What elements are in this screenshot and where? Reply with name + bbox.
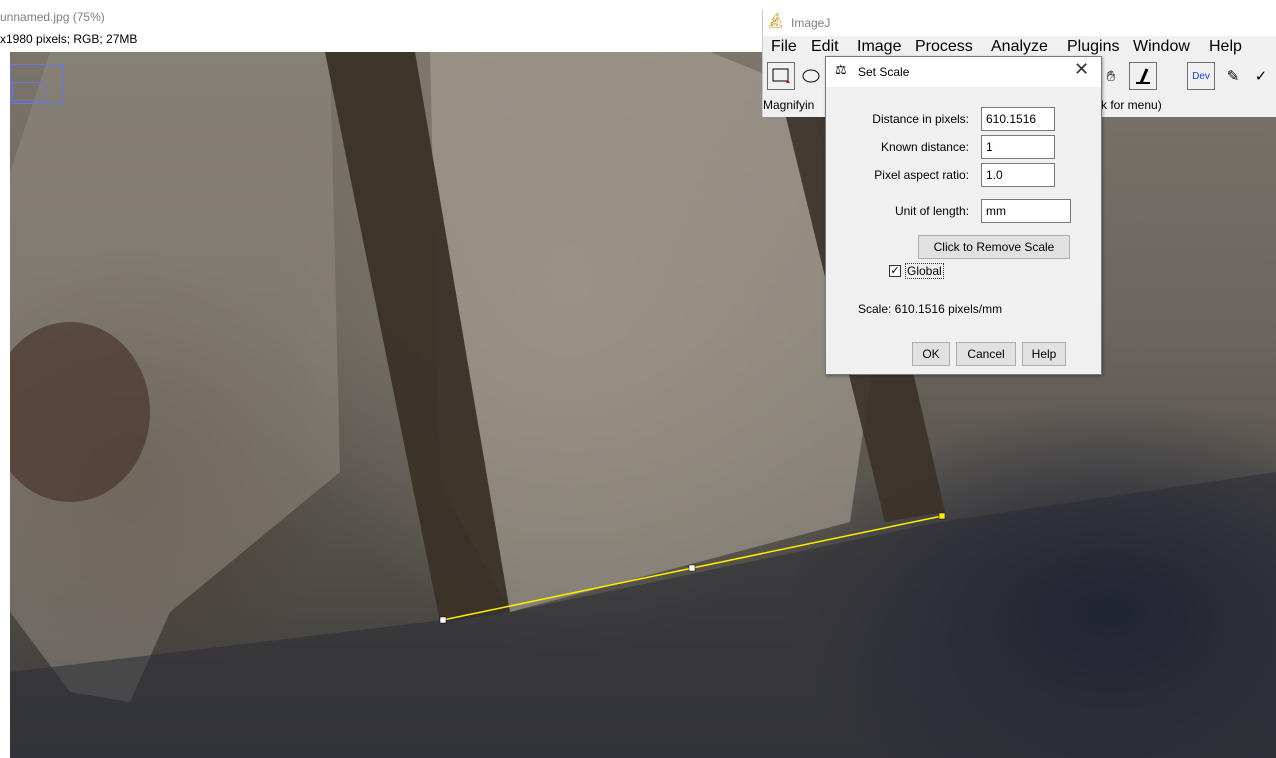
line-mid-handle[interactable] (688, 564, 696, 572)
known-distance-input[interactable] (981, 135, 1055, 159)
menu-window[interactable]: Window (1133, 38, 1190, 56)
rectangle-tool-icon[interactable] (767, 62, 795, 90)
dialog-titlebar[interactable]: ⚖︎ Set Scale ✕ (826, 57, 1101, 87)
dropper-icon[interactable]: ✓︎ (1247, 62, 1275, 90)
menu-image[interactable]: Image (857, 38, 901, 56)
distance-pixels-label: Distance in pixels: (872, 112, 969, 126)
distance-pixels-input[interactable] (981, 107, 1055, 131)
angle-tool-icon[interactable] (1129, 62, 1157, 90)
dev-label: Dev (1192, 70, 1210, 82)
image-window-title: unnamed.jpg (75%) (0, 10, 105, 24)
scale-readout: Scale: 610.1516 pixels/mm (858, 302, 1003, 316)
dialog-title: Set Scale (858, 65, 910, 79)
imagej-dialog-icon: ⚖︎ (835, 62, 847, 77)
imagej-titlebar[interactable]: 🔬︎ ImageJ (763, 10, 1276, 36)
remove-scale-button[interactable]: Click to Remove Scale (918, 235, 1070, 259)
global-checkbox[interactable]: ✓ (889, 265, 901, 277)
global-label[interactable]: Global (905, 263, 944, 279)
pixel-aspect-ratio-input[interactable] (981, 163, 1055, 187)
dev-menu-button[interactable]: Dev (1187, 62, 1215, 90)
navigator-viewport-rect (12, 82, 45, 101)
microscope-icon: 🔬︎ (767, 12, 785, 28)
menu-file[interactable]: File (771, 38, 797, 56)
ok-button[interactable]: OK (912, 342, 950, 366)
menu-plugins[interactable]: Plugins (1067, 38, 1119, 56)
line-end-handle[interactable] (938, 512, 946, 520)
status-bar-left: Magnifyin (763, 98, 815, 112)
menu-help[interactable]: Help (1209, 38, 1242, 56)
close-icon[interactable]: ✕ (1074, 59, 1089, 80)
unit-of-length-input[interactable] (981, 199, 1071, 223)
set-scale-dialog: ⚖︎ Set Scale ✕ Distance in pixels: Known… (825, 56, 1102, 375)
menu-edit[interactable]: Edit (811, 38, 839, 56)
image-info-text: x1980 pixels; RGB; 27MB (0, 32, 138, 46)
cancel-button[interactable]: Cancel (956, 342, 1016, 366)
menu-analyze[interactable]: Analyze (991, 38, 1048, 56)
known-distance-label: Known distance: (880, 140, 969, 154)
menu-process[interactable]: Process (915, 38, 973, 56)
menu-bar: File Edit Image Process Analyze Plugins … (763, 38, 1276, 58)
line-start-handle[interactable] (439, 616, 447, 624)
help-button[interactable]: Help (1022, 342, 1066, 366)
brush-icon[interactable]: ✎︎ (1219, 62, 1247, 90)
pixel-aspect-ratio-label: Pixel aspect ratio: (874, 168, 969, 182)
oval-tool-icon[interactable] (797, 62, 825, 90)
imagej-title: ImageJ (791, 16, 831, 30)
status-bar-right: k for menu) (1101, 98, 1162, 112)
unit-of-length-label: Unit of length: (894, 204, 969, 218)
